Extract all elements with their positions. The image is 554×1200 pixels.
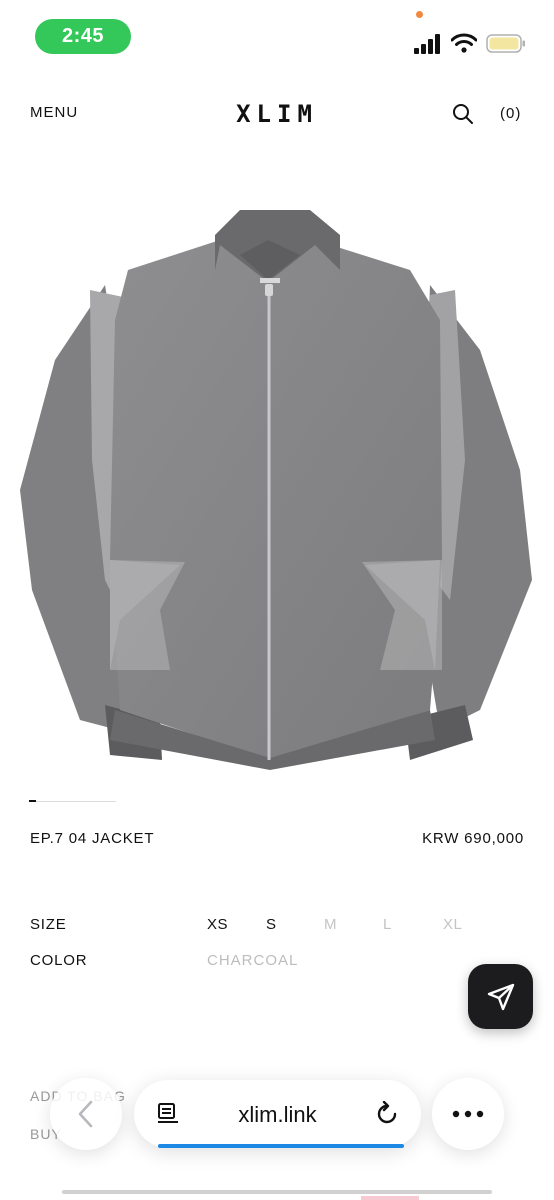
battery-icon [486,34,525,53]
more-dots-icon [452,1110,484,1118]
color-option-charcoal[interactable]: CHARCOAL [207,952,298,969]
chevron-left-icon [78,1100,93,1128]
color-label: COLOR [30,952,88,969]
wifi-icon [451,33,477,53]
size-option-xl[interactable]: XL [443,916,462,933]
address-bar[interactable]: xlim.link [134,1080,421,1148]
gallery-progress-fill [29,800,36,802]
size-option-l[interactable]: L [383,916,392,933]
product-image[interactable] [10,200,544,770]
page-load-progress [158,1144,404,1148]
home-indicator-accent [361,1196,419,1200]
size-option-m[interactable]: M [324,916,337,933]
privacy-indicator-dot [416,11,423,18]
share-button[interactable] [468,964,533,1029]
search-icon[interactable] [452,103,474,125]
gallery-progress-track [29,801,116,802]
cellular-signal-icon [414,34,440,54]
reload-icon[interactable] [374,1101,400,1127]
size-option-xs[interactable]: XS [207,916,228,933]
product-price: KRW 690,000 [422,830,524,847]
home-indicator [62,1190,492,1194]
browser-more-button[interactable] [432,1078,504,1150]
product-name: EP.7 04 JACKET [30,830,155,847]
size-option-s[interactable]: S [266,916,277,933]
browser-back-button[interactable] [50,1078,122,1150]
send-arrow-icon [487,983,514,1010]
size-label: SIZE [30,916,67,933]
cart-button[interactable]: (0) [500,105,521,122]
status-time: 2:45 [35,19,131,54]
